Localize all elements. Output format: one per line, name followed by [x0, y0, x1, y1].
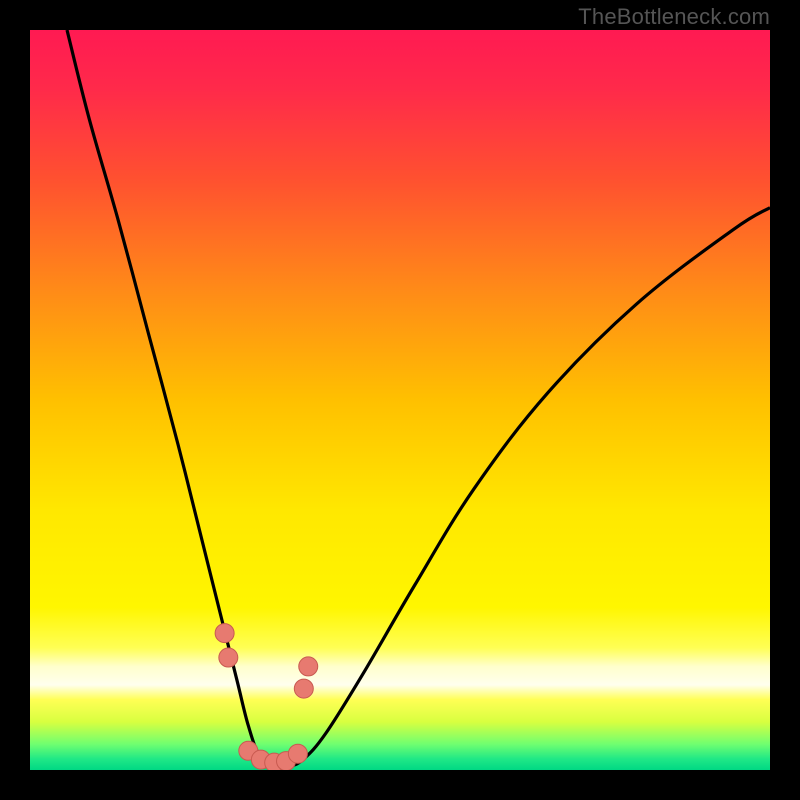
bottleneck-curve [67, 30, 770, 768]
curve-layer [30, 30, 770, 770]
outer-frame: TheBottleneck.com [0, 0, 800, 800]
watermark-text: TheBottleneck.com [578, 4, 770, 30]
marker-group [215, 624, 318, 770]
marker-dot [294, 679, 313, 698]
marker-dot [299, 657, 318, 676]
marker-dot [219, 648, 238, 667]
marker-dot [288, 744, 307, 763]
plot-area [30, 30, 770, 770]
marker-dot [215, 624, 234, 643]
